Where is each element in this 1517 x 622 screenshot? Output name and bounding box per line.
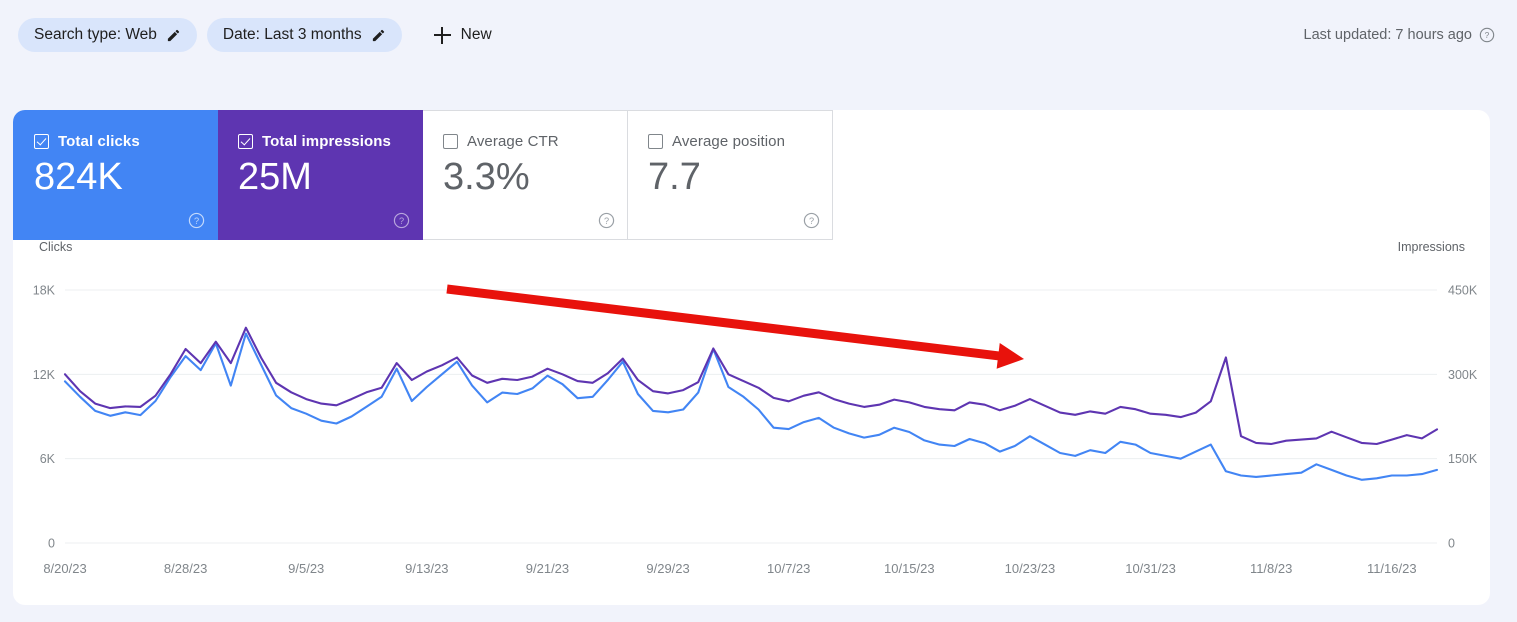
svg-text:?: ? [809,216,814,226]
svg-text:450K: 450K [1448,284,1478,298]
svg-text:12K: 12K [33,368,56,382]
metric-checkbox-total-impressions[interactable] [238,134,253,149]
metric-cards: Total clicks 824K ? Total impressions 25… [13,110,1490,240]
help-circle-icon[interactable]: ? [393,212,410,229]
svg-text:?: ? [604,216,609,226]
metric-card-header: Total impressions [238,133,422,150]
svg-text:?: ? [194,216,199,226]
svg-text:9/5/23: 9/5/23 [288,561,324,576]
svg-text:Impressions: Impressions [1398,240,1465,254]
svg-text:?: ? [1485,30,1490,40]
help-circle-icon[interactable]: ? [803,212,820,229]
svg-text:6K: 6K [40,452,56,466]
svg-text:8/28/23: 8/28/23 [164,561,207,576]
metric-card-average-ctr[interactable]: Average CTR 3.3% ? [423,110,628,240]
svg-text:10/23/23: 10/23/23 [1005,561,1056,576]
metric-label-total-clicks: Total clicks [58,133,140,150]
svg-text:18K: 18K [33,284,56,298]
metric-card-total-impressions[interactable]: Total impressions 25M ? [218,110,423,240]
last-updated-label: Last updated: 7 hours ago [1303,27,1473,43]
metric-card-header: Average CTR [443,133,627,150]
filter-chip-search-type-label: Search type: Web [34,26,157,43]
metric-value-total-clicks: 824K [34,156,123,198]
metric-value-average-ctr: 3.3% [443,156,530,198]
metric-value-average-position: 7.7 [648,156,701,198]
help-circle-icon[interactable]: ? [1479,27,1495,43]
filter-chip-date-label: Date: Last 3 months [222,26,362,43]
chart-canvas[interactable]: Clicks Impressions 0 0 6K 150K 12K 300K 18K 450K 8… [13,240,1490,605]
svg-text:?: ? [399,216,404,226]
trend-arrow-annotation [446,284,1024,369]
svg-text:9/21/23: 9/21/23 [526,561,569,576]
svg-text:0: 0 [48,537,55,551]
svg-text:0: 0 [1448,537,1455,551]
performance-chart[interactable]: Clicks Impressions 0 0 6K 150K 12K 300K 18K 450K 8… [13,240,1490,605]
new-filter-label: New [460,26,492,43]
chart-line-clicks [63,332,1439,481]
metric-card-average-position[interactable]: Average position 7.7 ? [628,110,833,240]
pencil-icon[interactable] [166,28,181,43]
metric-label-average-ctr: Average CTR [467,133,559,150]
svg-text:150K: 150K [1448,452,1478,466]
metric-label-average-position: Average position [672,133,786,150]
svg-text:11/8/23: 11/8/23 [1250,561,1292,576]
metric-card-header: Average position [648,133,832,150]
pencil-icon[interactable] [371,28,386,43]
svg-text:9/29/23: 9/29/23 [646,561,689,576]
metric-checkbox-average-position[interactable] [648,134,663,149]
metric-checkbox-total-clicks[interactable] [34,134,49,149]
metric-card-total-clicks[interactable]: Total clicks 824K ? [13,110,218,240]
svg-text:8/20/23: 8/20/23 [43,561,86,576]
svg-text:10/31/23: 10/31/23 [1125,561,1176,576]
svg-text:9/13/23: 9/13/23 [405,561,448,576]
help-circle-icon[interactable]: ? [188,212,205,229]
metric-checkbox-average-ctr[interactable] [443,134,458,149]
help-circle-icon[interactable]: ? [598,212,615,229]
filter-chip-date[interactable]: Date: Last 3 months [206,18,402,52]
performance-panel: Total clicks 824K ? Total impressions 25… [13,110,1490,605]
filter-bar: Search type: Web Date: Last 3 months New… [0,0,1517,70]
svg-text:11/16/23: 11/16/23 [1367,561,1417,576]
svg-text:Clicks: Clicks [39,240,72,254]
svg-text:10/7/23: 10/7/23 [767,561,810,576]
last-updated-status: Last updated: 7 hours ago ? [1304,27,1500,43]
svg-text:10/15/23: 10/15/23 [884,561,935,576]
filter-chip-search-type[interactable]: Search type: Web [18,18,197,52]
plus-icon [433,26,451,44]
metric-label-total-impressions: Total impressions [262,133,391,150]
new-filter-button[interactable]: New [422,18,504,52]
svg-text:300K: 300K [1448,368,1478,382]
metric-value-total-impressions: 25M [238,156,312,198]
metric-card-header: Total clicks [34,133,217,150]
